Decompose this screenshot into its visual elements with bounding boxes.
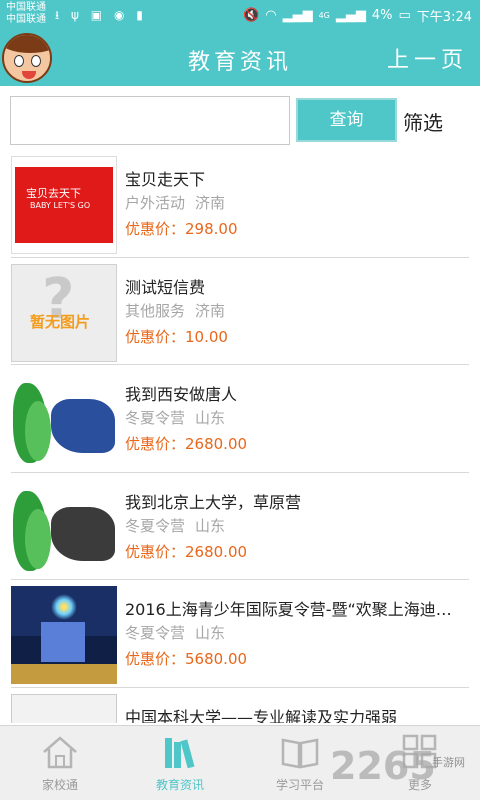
tab-education-news[interactable]: 教育资讯 (120, 726, 240, 800)
watermark-tag: 手游网 (432, 756, 465, 769)
item-thumbnail (11, 371, 117, 469)
download-icon: ⭳ (55, 8, 64, 22)
item-title: 我到北京上大学，草原营 (125, 492, 302, 512)
item-title: 我到西安做唐人 (125, 385, 238, 404)
item-meta: 其他服务 济南 (125, 300, 225, 321)
item-price: 优惠价：10.00 (125, 327, 228, 346)
usb-icon: ψ (71, 8, 83, 22)
item-thumbnail: 宝贝去天下 BABY LET'S GO (11, 156, 117, 254)
item-city: 山东 (195, 624, 226, 642)
firework-graphic (51, 594, 77, 620)
search-input[interactable] (10, 96, 290, 145)
carrier-labels: 中国联通 中国联通 (6, 2, 46, 26)
item-city: 济南 (195, 194, 226, 212)
signal-icon-2: ▂▄▆ (335, 8, 366, 23)
item-meta: 冬夏令营 山东 (125, 515, 225, 536)
search-button[interactable]: 查询 (296, 98, 397, 142)
carrier-1: 中国联通 (6, 2, 46, 13)
item-city: 济南 (195, 301, 226, 320)
item-thumbnail: ? 暂无图片 (11, 263, 117, 362)
item-title: 中国本科大学——专业解读及实力强弱 (125, 707, 398, 724)
thumbnail-brand: 宝贝去天下 (26, 187, 81, 200)
back-button[interactable]: 上一页 (387, 42, 468, 74)
item-meta: 冬夏令营 山东 (125, 407, 225, 428)
watermark-brand: 2265 (330, 744, 436, 788)
status-bar: 中国联通 中国联通 ⭳ ψ ▣ ◉ ▮ 🔇 ◠ ▂▄▆ 4G ▂▄▆ 4% ▭ … (0, 0, 480, 30)
list-item[interactable]: 我到西安做唐人 冬夏令营 山东 优惠价：2680.00 (11, 365, 469, 473)
message-icon: ◉ (113, 8, 129, 22)
item-city: 山东 (195, 516, 226, 535)
tree-graphic (25, 508, 51, 569)
picture-icon: ▣ (90, 8, 107, 22)
signal-icon: ▂▄▆ (282, 8, 313, 23)
item-category: 冬夏令营 (125, 624, 186, 642)
item-title: 测试短信费 (125, 277, 206, 297)
item-category: 户外活动 (125, 194, 186, 212)
water-graphic (11, 664, 117, 684)
item-title: 2016上海青少年国际夏令营-暨“欢聚上海迪… (125, 600, 452, 619)
tab-home[interactable]: 家校通 (0, 726, 120, 800)
castle-graphic (41, 622, 85, 662)
item-category: 冬夏令营 (125, 516, 186, 535)
tab-label: 教育资讯 (155, 778, 204, 792)
map-graphic (51, 506, 115, 561)
battery-icon: ▭ (398, 8, 411, 23)
list-item[interactable]: 宝贝去天下 BABY LET'S GO 宝贝走天下 户外活动 济南 优惠价：298… (11, 150, 469, 258)
item-price: 优惠价：2680.00 (125, 542, 248, 561)
course-list: 宝贝去天下 BABY LET'S GO 宝贝走天下 户外活动 济南 优惠价：298… (0, 150, 480, 723)
books-icon (165, 738, 195, 769)
carrier-2: 中国联通 (6, 14, 46, 25)
no-image-label: 暂无图片 (30, 312, 91, 331)
item-price: 优惠价：298.00 (125, 220, 238, 238)
item-category: 冬夏令营 (125, 409, 186, 427)
list-item[interactable]: 2016上海青少年国际夏令营-暨“欢聚上海迪… 冬夏令营 山东 优惠价：5680.… (11, 580, 469, 688)
mute-icon: 🔇 (243, 8, 260, 23)
tree-graphic (25, 401, 51, 461)
item-meta: 冬夏令营 山东 (125, 622, 225, 643)
item-thumbnail (11, 586, 117, 684)
app-header: 教育资讯 上一页 (0, 30, 480, 86)
battery-percent: 4% (371, 8, 393, 23)
network-type: 4G (318, 11, 330, 20)
clock: 下午3:24 (416, 10, 472, 25)
item-thumbnail (11, 693, 117, 723)
list-item[interactable]: 中国本科大学——专业解读及实力强弱 (11, 688, 469, 724)
item-category: 其他服务 (125, 301, 186, 320)
map-graphic (51, 399, 115, 453)
sim-icon: ▮ (136, 8, 147, 22)
home-icon (43, 736, 77, 769)
status-right: 🔇 ◠ ▂▄▆ 4G ▂▄▆ 4% ▭ 下午3:24 (243, 6, 472, 25)
item-title: 宝贝走天下 (125, 170, 206, 189)
list-item[interactable]: 我到北京上大学，草原营 冬夏令营 山东 优惠价：2680.00 (11, 473, 469, 580)
open-book-icon (281, 738, 319, 769)
wifi-icon: ◠ (265, 8, 277, 23)
notification-icons: ⭳ ψ ▣ ◉ ▮ (55, 6, 147, 27)
item-price: 优惠价：5680.00 (125, 650, 248, 668)
thumbnail-sub: BABY LET'S GO (30, 201, 91, 210)
item-city: 山东 (195, 409, 226, 427)
item-thumbnail (11, 478, 117, 577)
tab-label: 家校通 (41, 778, 78, 792)
filter-button[interactable]: 筛选 (403, 107, 443, 136)
list-item[interactable]: ? 暂无图片 测试短信费 其他服务 济南 优惠价：10.00 (11, 258, 469, 365)
item-price: 优惠价：2680.00 (125, 435, 248, 453)
item-meta: 户外活动 济南 (125, 192, 225, 213)
